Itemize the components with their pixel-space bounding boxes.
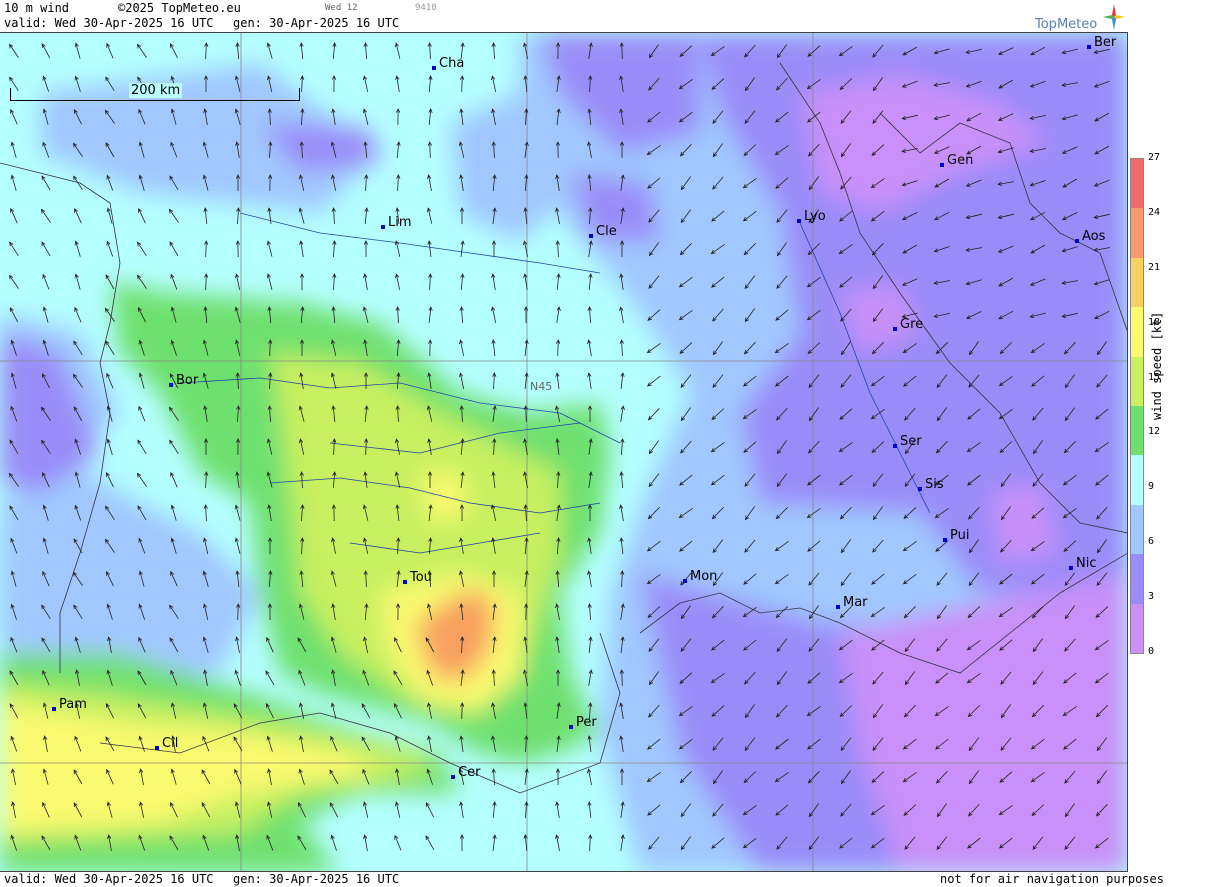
city-marker xyxy=(943,538,947,542)
disclaimer: not for air navigation purposes xyxy=(940,872,1164,886)
city-marker xyxy=(155,746,159,750)
colorbar-segment xyxy=(1131,356,1143,406)
city-label[interactable]: Nic xyxy=(1069,556,1096,571)
colorbar-tick-label: 21 xyxy=(1148,261,1161,273)
generated-time: gen: 30-Apr-2025 16 UTC xyxy=(233,16,400,30)
city-label[interactable]: Gen xyxy=(940,153,973,168)
colorbar-tick-label: 0 xyxy=(1148,646,1155,657)
city-label[interactable]: Pui xyxy=(943,528,969,543)
city-marker xyxy=(1075,239,1079,243)
city-label[interactable]: Ser xyxy=(893,434,922,449)
city-marker xyxy=(403,580,407,584)
colorbar-tick-label: 6 xyxy=(1148,536,1155,548)
city-label[interactable]: Lyo xyxy=(797,209,826,224)
map-title: 10 m wind xyxy=(4,1,70,15)
colorbar-segment xyxy=(1131,504,1143,555)
city-label[interactable]: Pam xyxy=(52,697,87,712)
city-marker xyxy=(432,66,436,70)
city-label[interactable]: Aos xyxy=(1075,229,1105,244)
city-label[interactable]: Mar xyxy=(836,595,868,610)
latitude-label: N45 xyxy=(530,380,553,393)
city-marker xyxy=(451,775,455,779)
city-marker xyxy=(1087,45,1091,49)
colorbar-segment xyxy=(1131,208,1143,258)
colorbar-tick-label: 12 xyxy=(1148,426,1161,438)
city-marker xyxy=(940,163,944,167)
city-marker xyxy=(836,605,840,609)
city-marker xyxy=(589,234,593,238)
city-label[interactable]: Bor xyxy=(169,373,198,388)
footer-valid-time: valid: Wed 30-Apr-2025 16 UTC xyxy=(4,872,214,886)
city-marker xyxy=(569,725,573,729)
copyright: ©2025 TopMeteo.eu xyxy=(118,1,241,15)
city-label[interactable]: Cle xyxy=(589,224,617,239)
city-label[interactable]: Lim xyxy=(381,215,412,230)
wind-map[interactable]: 200 km N45 Cha Ber Gen Lim Cle Lyo Aos G… xyxy=(0,32,1128,872)
colorbar-segment xyxy=(1131,257,1143,308)
city-label[interactable]: Mon xyxy=(683,569,717,584)
colorbar-tick-label: 24 xyxy=(1148,206,1161,218)
colorbar-segment xyxy=(1131,405,1143,456)
colorbar-segment xyxy=(1131,554,1143,604)
colorbar-segment xyxy=(1131,603,1143,653)
city-marker xyxy=(169,383,173,387)
day-label: Wed 12 xyxy=(325,3,358,13)
valid-time: valid: Wed 30-Apr-2025 16 UTC xyxy=(4,16,214,30)
logo-text: TopMeteo xyxy=(1035,17,1098,32)
city-label[interactable]: Cer xyxy=(451,765,480,780)
colorbar-title: wind speed [kt] xyxy=(1150,311,1164,420)
colorbar-tick-label: 3 xyxy=(1148,591,1155,603)
city-marker xyxy=(683,579,687,583)
city-marker xyxy=(918,487,922,491)
city-marker xyxy=(381,225,385,229)
footer: valid: Wed 30-Apr-2025 16 UTC gen: 30-Ap… xyxy=(0,872,1164,887)
city-label[interactable]: Per xyxy=(569,715,597,730)
compass-star-icon xyxy=(1103,4,1125,30)
city-label[interactable]: Cil xyxy=(155,736,178,751)
colorbar-segment xyxy=(1131,159,1143,209)
city-label[interactable]: Cha xyxy=(432,56,464,71)
city-marker xyxy=(893,327,897,331)
city-marker xyxy=(52,707,56,711)
footer-generated-time: gen: 30-Apr-2025 16 UTC xyxy=(233,872,400,886)
colorbar-tick-label: 27 xyxy=(1148,152,1161,163)
city-label[interactable]: Gre xyxy=(893,317,923,332)
colorbar-tick-label: 9 xyxy=(1148,481,1155,493)
city-label[interactable]: Ber xyxy=(1087,35,1116,50)
colorbar-segment xyxy=(1131,455,1143,505)
header: 10 m wind ©2025 TopMeteo.eu Wed 12 9410 … xyxy=(0,0,1128,32)
colorbar-segment xyxy=(1131,307,1143,357)
wind-speed-colorbar xyxy=(1130,158,1144,654)
city-marker xyxy=(797,219,801,223)
city-marker xyxy=(893,444,897,448)
topmeteo-logo: TopMeteo xyxy=(1035,4,1125,32)
scale-label: 200 km xyxy=(129,83,183,98)
city-label[interactable]: Tou xyxy=(403,570,432,585)
city-label[interactable]: Sis xyxy=(918,477,944,492)
scale-bar: 200 km xyxy=(10,83,300,101)
city-marker xyxy=(1069,566,1073,570)
code-label: 9410 xyxy=(415,3,437,13)
